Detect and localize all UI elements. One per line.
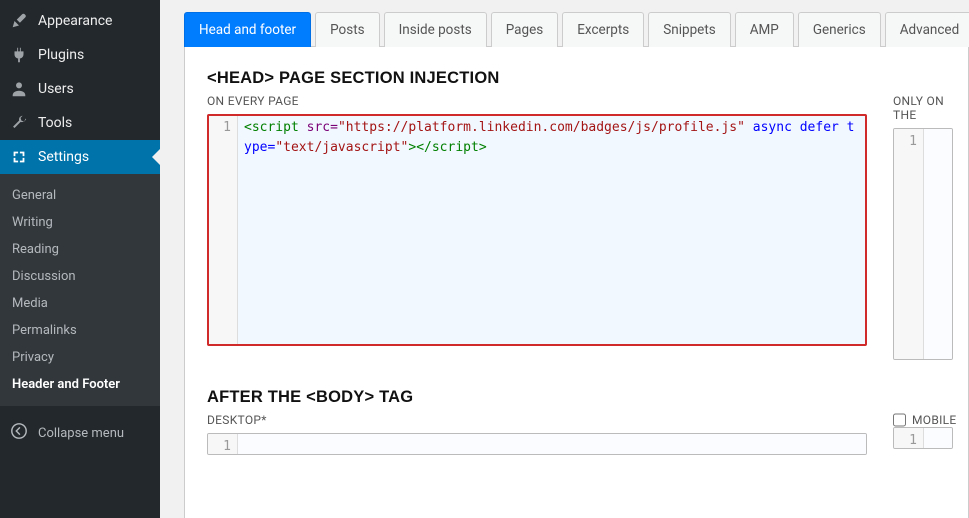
sidebar-item-label: Users [38,81,74,97]
sidebar-item-label: Settings [38,149,89,165]
collapse-menu-button[interactable]: Collapse menu [0,416,160,450]
tab-inside-posts[interactable]: Inside posts [384,12,487,47]
mobile-checkbox[interactable] [893,413,906,427]
label-on-every-page: ON EVERY PAGE [207,94,867,108]
editor-code[interactable] [924,428,952,448]
settings-sub-header-footer[interactable]: Header and Footer [0,371,160,398]
tab-pages[interactable]: Pages [491,12,559,47]
settings-sub-reading[interactable]: Reading [0,236,160,263]
tools-icon [10,114,28,132]
tab-bar: Head and footer Posts Inside posts Pages… [184,12,969,47]
sidebar-item-tools[interactable]: Tools [0,106,160,140]
code-editor-head-every-page[interactable]: 1 <script src="https://platform.linkedin… [207,114,867,346]
editor-code[interactable]: <script src="https://platform.linkedin.c… [238,115,866,345]
editor-code[interactable] [924,129,952,359]
editor-gutter: 1 [208,434,238,454]
sidebar-item-appearance[interactable]: Appearance [0,4,160,38]
editor-gutter: 1 [894,129,924,359]
main-content: Head and footer Posts Inside posts Pages… [160,0,969,518]
panel: <HEAD> PAGE SECTION INJECTION ON EVERY P… [184,47,969,518]
tab-head-footer[interactable]: Head and footer [184,12,311,47]
editor-code[interactable] [238,434,866,454]
settings-icon [10,148,28,166]
settings-sub-writing[interactable]: Writing [0,209,160,236]
tab-posts[interactable]: Posts [315,12,379,47]
sidebar-item-label: Tools [38,115,72,131]
section-head-title: <HEAD> PAGE SECTION INJECTION [207,69,946,88]
users-icon [10,80,28,98]
tab-generics[interactable]: Generics [798,12,881,47]
label-mobile: MOBILE [912,413,957,427]
collapse-icon [10,422,28,444]
editor-gutter: 1 [208,115,238,345]
editor-gutter: 1 [894,428,924,448]
sidebar-item-plugins[interactable]: Plugins [0,38,160,72]
settings-sub-permalinks[interactable]: Permalinks [0,317,160,344]
settings-sub-privacy[interactable]: Privacy [0,344,160,371]
tab-amp[interactable]: AMP [735,12,794,47]
label-desktop: DESKTOP* [207,413,867,427]
settings-sub-media[interactable]: Media [0,290,160,317]
tab-advanced[interactable]: Advanced [885,12,969,47]
tab-snippets[interactable]: Snippets [648,12,730,47]
admin-sidebar: Appearance Plugins Users Tools Settings … [0,0,160,518]
sidebar-item-label: Plugins [38,47,84,63]
plugins-icon [10,46,28,64]
settings-submenu: General Writing Reading Discussion Media… [0,174,160,406]
section-body-title: AFTER THE <BODY> TAG [207,388,946,407]
tab-excerpts[interactable]: Excerpts [562,12,644,47]
appearance-icon [10,12,28,30]
sidebar-item-settings[interactable]: Settings [0,140,160,174]
collapse-label: Collapse menu [38,426,124,441]
sidebar-item-label: Appearance [38,13,112,29]
code-editor-body-desktop[interactable]: 1 [207,433,867,455]
settings-sub-general[interactable]: General [0,182,160,209]
code-editor-head-home[interactable]: 1 [893,128,953,360]
sidebar-item-users[interactable]: Users [0,72,160,106]
label-only-on-the: ONLY ON THE [893,94,953,122]
code-editor-body-mobile[interactable]: 1 [893,427,953,449]
settings-sub-discussion[interactable]: Discussion [0,263,160,290]
